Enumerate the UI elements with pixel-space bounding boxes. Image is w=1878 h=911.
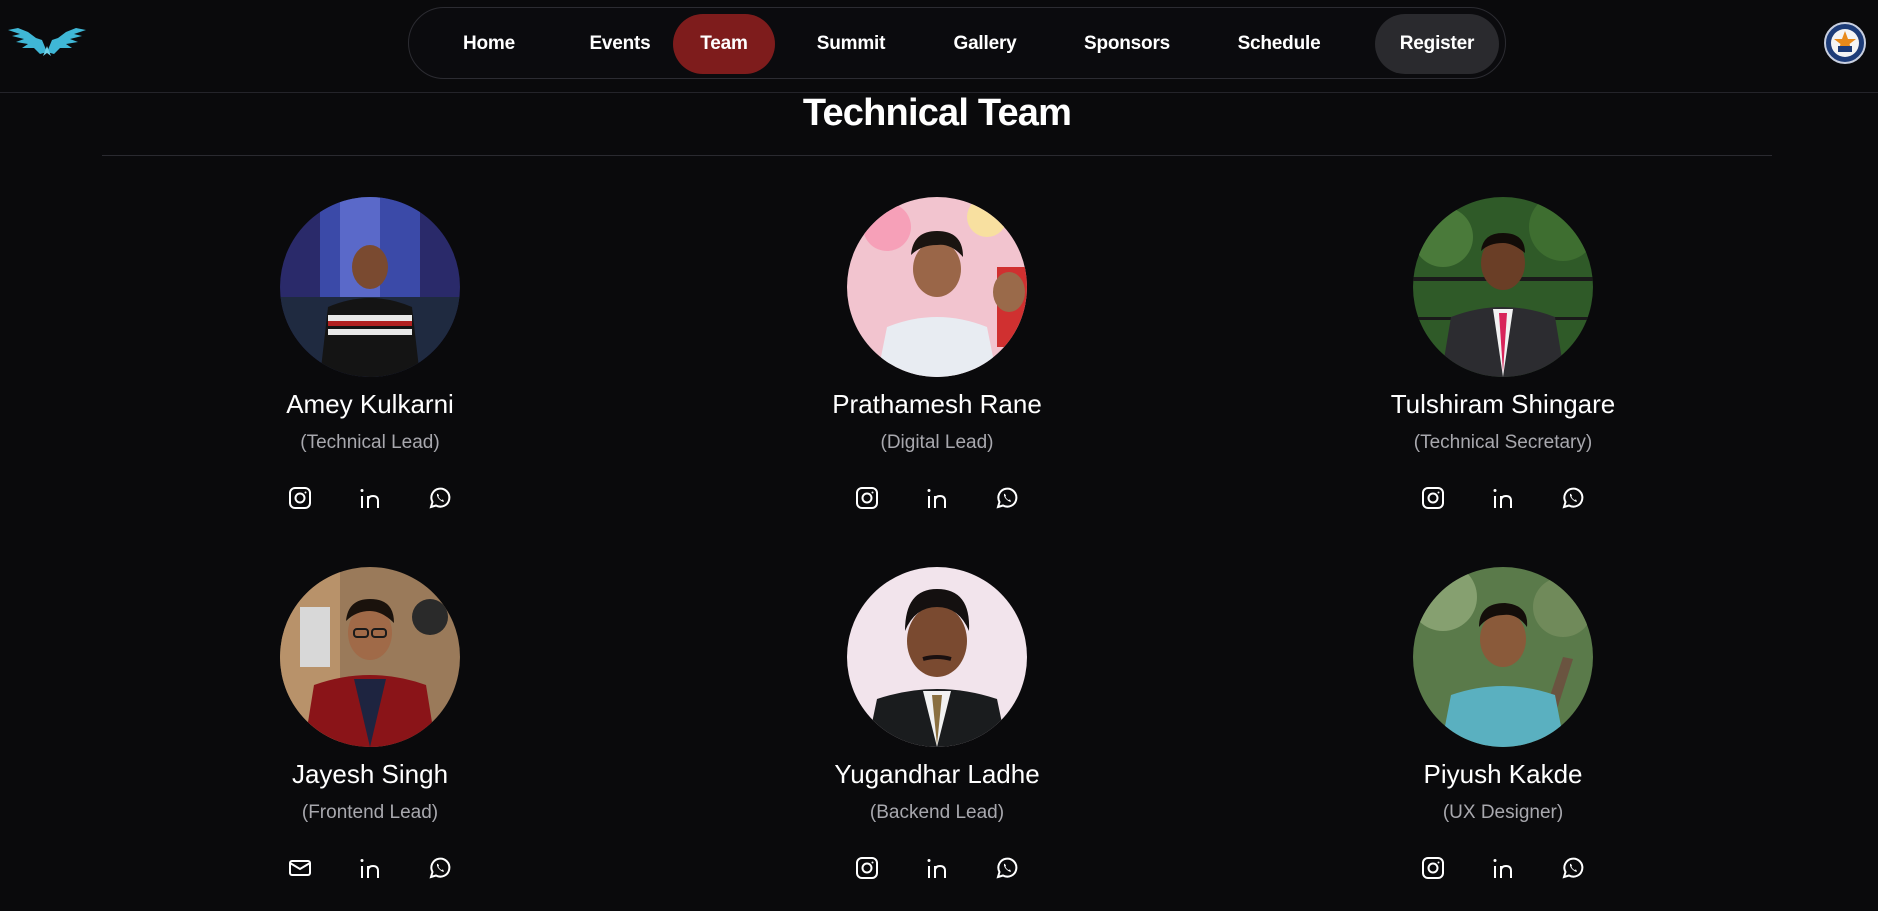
member-avatar: [847, 567, 1027, 747]
member-role: (UX Designer): [1442, 802, 1564, 823]
member-avatar: [1413, 197, 1593, 377]
main-nav: Home Events Team Summit Gallery Sponsors…: [408, 7, 1506, 79]
member-role: (Frontend Lead): [301, 802, 439, 823]
linkedin-icon[interactable]: [924, 485, 950, 511]
member-name: Prathamesh Rane: [832, 389, 1042, 419]
linkedin-icon[interactable]: [1490, 485, 1516, 511]
member-name: Tulshiram Shingare: [1390, 389, 1616, 419]
member-avatar: [280, 567, 460, 747]
nav-gallery[interactable]: Gallery: [923, 14, 1047, 74]
team-member-card: Tulshiram Shingare (Technical Secretary): [1293, 197, 1713, 557]
whatsapp-icon[interactable]: [427, 855, 453, 881]
instagram-icon[interactable]: [1420, 485, 1446, 511]
linkedin-icon[interactable]: [357, 485, 383, 511]
member-avatar: [280, 197, 460, 377]
member-avatar: [1413, 567, 1593, 747]
nav-register-button[interactable]: Register: [1375, 14, 1499, 74]
whatsapp-icon[interactable]: [1560, 485, 1586, 511]
member-avatar: [847, 197, 1027, 377]
linkedin-icon[interactable]: [1490, 855, 1516, 881]
team-member-card: Jayesh Singh (Frontend Lead): [160, 567, 580, 911]
nav-schedule[interactable]: Schedule: [1209, 14, 1349, 74]
team-member-card: Piyush Kakde (UX Designer): [1293, 567, 1713, 911]
team-member-card: Prathamesh Rane (Digital Lead): [727, 197, 1147, 557]
team-member-card: Yugandhar Ladhe (Backend Lead): [727, 567, 1147, 911]
site-header: Home Events Team Summit Gallery Sponsors…: [0, 0, 1878, 93]
whatsapp-icon[interactable]: [994, 485, 1020, 511]
section-title: Technical Team: [802, 92, 1072, 134]
instagram-icon[interactable]: [287, 485, 313, 511]
nav-summit[interactable]: Summit: [789, 14, 913, 74]
nav-team[interactable]: Team: [673, 14, 775, 74]
nav-sponsors[interactable]: Sponsors: [1057, 14, 1197, 74]
nav-events[interactable]: Events: [557, 14, 683, 74]
member-name: Jayesh Singh: [291, 759, 449, 789]
wings-logo-icon[interactable]: [6, 26, 88, 60]
team-member-card: Amey Kulkarni (Technical Lead): [160, 197, 580, 557]
member-role: (Digital Lead): [880, 432, 994, 453]
member-name: Amey Kulkarni: [286, 389, 454, 419]
college-crest-icon: [1824, 22, 1866, 64]
member-name: Yugandhar Ladhe: [834, 759, 1040, 789]
member-name: Piyush Kakde: [1423, 759, 1583, 789]
title-divider: [102, 155, 1772, 156]
whatsapp-icon[interactable]: [994, 855, 1020, 881]
linkedin-icon[interactable]: [357, 855, 383, 881]
member-role: (Backend Lead): [869, 802, 1005, 823]
whatsapp-icon[interactable]: [427, 485, 453, 511]
instagram-icon[interactable]: [1420, 855, 1446, 881]
member-role: (Technical Secretary): [1413, 432, 1593, 453]
linkedin-icon[interactable]: [924, 855, 950, 881]
instagram-icon[interactable]: [854, 485, 880, 511]
mail-icon[interactable]: [287, 855, 313, 881]
member-role: (Technical Lead): [300, 432, 440, 453]
whatsapp-icon[interactable]: [1560, 855, 1586, 881]
nav-home[interactable]: Home: [431, 14, 547, 74]
instagram-icon[interactable]: [854, 855, 880, 881]
